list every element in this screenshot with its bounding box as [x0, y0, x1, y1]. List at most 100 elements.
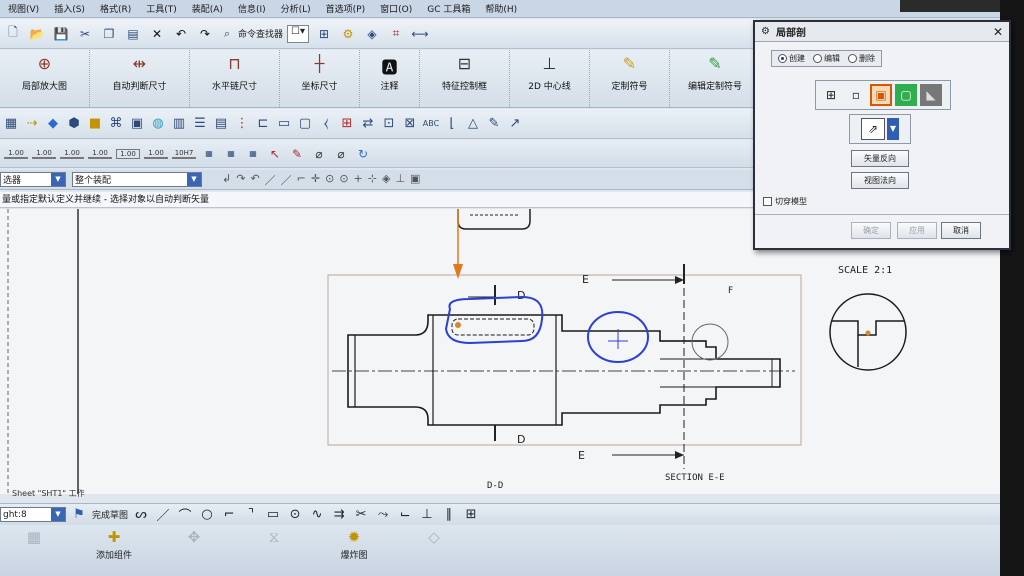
diameter-icon[interactable]: ⌀: [310, 145, 328, 163]
menu-analysis[interactable]: 分析(L): [281, 2, 311, 15]
snap-filter-icon[interactable]: ◈: [382, 172, 390, 188]
fit-icon[interactable]: ⊠: [401, 115, 419, 133]
menu-format[interactable]: 格式(R): [100, 2, 131, 15]
abc-text-icon[interactable]: ABC: [422, 115, 440, 133]
drawing-canvas[interactable]: D D E E F SCALE 2:1 D-D SECTION E-E: [0, 209, 1000, 494]
layout-icon[interactable]: ⊞: [315, 25, 333, 43]
pen-red-icon-2[interactable]: ✎: [288, 145, 306, 163]
dimension-style-icon[interactable]: ⟷: [411, 25, 429, 43]
sheet-icon[interactable]: ▦: [2, 115, 20, 133]
extend-icon[interactable]: ⤳: [374, 506, 392, 524]
profile-icon[interactable]: ᔕ: [132, 506, 150, 524]
tolerance-button-2[interactable]: 1.00: [32, 149, 56, 159]
tolerance-button-4[interactable]: 1.00: [88, 149, 112, 159]
show-constraints-icon[interactable]: ⊞: [462, 506, 480, 524]
view-normal-button[interactable]: 视图法向: [851, 172, 909, 189]
grid-icon[interactable]: ⌗: [387, 25, 405, 43]
base-view-icon[interactable]: ⇢: [23, 115, 41, 133]
edit-custom-symbol-button[interactable]: ✎ 编辑定制符号: [670, 50, 760, 107]
chamfer-icon[interactable]: ⌝: [242, 506, 260, 524]
type-filter-combo[interactable]: 选器 ▼: [0, 172, 66, 187]
note-button[interactable]: 🅰 注释: [360, 50, 420, 107]
copy-icon[interactable]: ❐: [100, 25, 118, 43]
datum-icon[interactable]: ⌊: [443, 115, 461, 133]
cut-icon[interactable]: ✂: [76, 25, 94, 43]
circle-icon[interactable]: ○: [198, 506, 216, 524]
modify-boundary-step-icon[interactable]: ◣: [920, 84, 942, 106]
spline-icon[interactable]: ∿: [308, 506, 326, 524]
menu-insert[interactable]: 插入(S): [54, 2, 85, 15]
hole-table-icon[interactable]: ⊡: [380, 115, 398, 133]
arc-icon[interactable]: ⌒: [176, 506, 194, 524]
pen-red-icon[interactable]: ↖: [266, 145, 284, 163]
chevron-down-icon[interactable]: ▼: [51, 173, 65, 186]
triangle-icon[interactable]: △: [464, 115, 482, 133]
corner-icon[interactable]: ⌙: [396, 506, 414, 524]
drawing-view-icon[interactable]: ⬢: [65, 115, 83, 133]
diameter-icon-2[interactable]: ⌀: [332, 145, 350, 163]
tolerance-button-5[interactable]: 1.00: [116, 148, 140, 159]
radio-create[interactable]: 创建: [778, 53, 805, 64]
border-icon[interactable]: ⊏: [254, 115, 272, 133]
open-folder-icon[interactable]: 📂: [28, 25, 46, 43]
close-icon[interactable]: ✕: [993, 25, 1003, 39]
scope-combo[interactable]: 整个装配 ▼: [72, 172, 202, 187]
ok-button[interactable]: 确定: [851, 222, 891, 239]
save-icon[interactable]: 💾: [52, 25, 70, 43]
radio-edit[interactable]: 编辑: [813, 53, 840, 64]
parallel-icon[interactable]: ∥: [440, 506, 458, 524]
fit-grid-icon-3[interactable]: ▦: [244, 145, 262, 163]
add-component-button[interactable]: ✚ 添加组件: [84, 528, 144, 561]
menu-window[interactable]: 窗口(O): [380, 2, 412, 15]
point-icon[interactable]: ⊙: [286, 506, 304, 524]
snap-ontop-icon[interactable]: ⊹: [368, 172, 377, 188]
rectangle-icon[interactable]: ▭: [264, 506, 282, 524]
menu-preferences[interactable]: 首选项(P): [326, 2, 365, 15]
base-point-step-icon[interactable]: ▫: [845, 84, 867, 106]
menu-tools[interactable]: 工具(T): [146, 2, 177, 15]
snap-icon[interactable]: ⚙: [339, 25, 357, 43]
sheet-tab[interactable]: Sheet "SHT1" 工作: [12, 488, 85, 499]
bottom-button-4[interactable]: ⧖: [244, 528, 304, 548]
fit-grid-icon-2[interactable]: ▦: [222, 145, 240, 163]
delete-icon[interactable]: ✕: [148, 25, 166, 43]
snap-quadrant-icon[interactable]: ⊙: [339, 172, 348, 188]
crosshatch-icon[interactable]: ⊞: [338, 115, 356, 133]
tolerance-button-6[interactable]: 1.00: [144, 149, 168, 159]
centerline-button[interactable]: ⊥ 2D 中心线: [510, 50, 590, 107]
tabular-note-icon[interactable]: ▤: [212, 115, 230, 133]
bottom-button-6[interactable]: ◇: [404, 528, 464, 548]
balloon-icon[interactable]: ⋮: [233, 115, 251, 133]
chevron-down-icon[interactable]: ▼: [887, 118, 899, 140]
parts-list-icon[interactable]: ☰: [191, 115, 209, 133]
finish-sketch-icon[interactable]: ⚑: [70, 506, 88, 524]
inferred-dimension-button[interactable]: ⇹ 自动判断尺寸: [90, 50, 190, 107]
view-style-icon[interactable]: ◍: [149, 115, 167, 133]
undo-icon[interactable]: ↶: [172, 25, 190, 43]
snap-existing-icon[interactable]: +: [354, 172, 363, 188]
cut-through-checkbox[interactable]: 切穿模型: [763, 196, 807, 207]
break-icon[interactable]: ⧼: [317, 115, 335, 133]
snap-arc-icon[interactable]: ↷: [236, 172, 245, 188]
menu-help[interactable]: 帮助(H): [485, 2, 517, 15]
menu-assembly[interactable]: 装配(A): [192, 2, 223, 15]
snap-more-icon[interactable]: ▣: [410, 172, 420, 188]
arrow-icon[interactable]: ↗: [506, 115, 524, 133]
projected-view-icon[interactable]: ◆: [44, 115, 62, 133]
chevron-down-icon[interactable]: ▼: [187, 173, 201, 186]
select-curves-step-icon[interactable]: ▢: [895, 84, 917, 106]
finish-sketch-label[interactable]: 完成草图: [92, 508, 128, 521]
snap-center-icon[interactable]: ⊙: [325, 172, 334, 188]
tolerance-button-1[interactable]: 1.00: [4, 149, 28, 159]
menu-view[interactable]: 视图(V): [8, 2, 39, 15]
fit-tolerance-button[interactable]: 10H7: [172, 149, 196, 159]
loop-icon[interactable]: ↻: [354, 145, 372, 163]
detail-view-button[interactable]: ⊕ 局部放大图: [0, 50, 90, 107]
chevron-down-icon[interactable]: ▼: [51, 508, 65, 521]
new-file-icon[interactable]: 🗋: [4, 25, 22, 43]
fit-grid-icon-1[interactable]: ▦: [200, 145, 218, 163]
menu-gc-toolkit[interactable]: GC 工具箱: [427, 2, 470, 15]
radio-delete[interactable]: 删除: [848, 53, 875, 64]
feature-control-frame-button[interactable]: ⊟ 特征控制框: [420, 50, 510, 107]
line-icon[interactable]: ／: [154, 506, 172, 524]
